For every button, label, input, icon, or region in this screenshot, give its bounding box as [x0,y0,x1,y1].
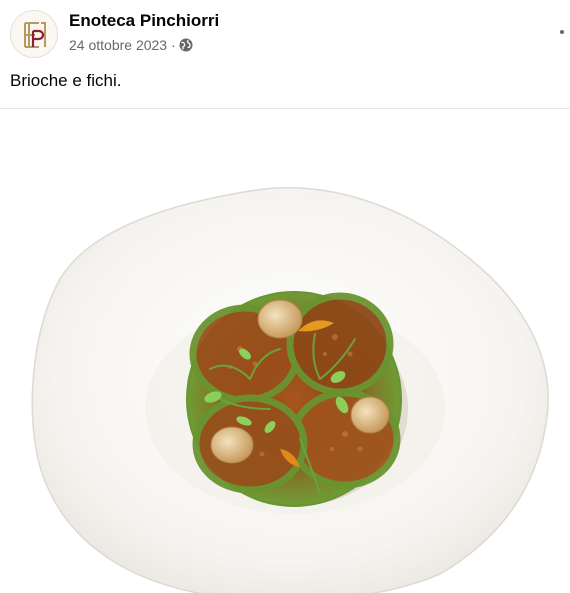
post-meta: 24 ottobre 2023 · [69,37,193,53]
post-photo[interactable] [0,109,570,593]
globe-icon[interactable] [179,38,193,52]
page-name-link[interactable]: Enoteca Pinchiorri [69,11,219,31]
more-options-button[interactable] [556,22,570,42]
post-text: Brioche e fichi. [10,71,122,90]
hazelnut [257,299,303,339]
enoteca-pinchiorri-logo-icon [24,22,46,48]
page-avatar[interactable] [10,10,58,58]
hazelnut [210,426,254,464]
post-header: Enoteca Pinchiorri 24 ottobre 2023 · [0,0,570,66]
dessert-photo-image [31,187,549,593]
more-options-icon [560,30,564,34]
post-date-link[interactable]: 24 ottobre 2023 [69,37,167,53]
hazelnut [350,396,390,434]
meta-separator: · [171,37,176,53]
